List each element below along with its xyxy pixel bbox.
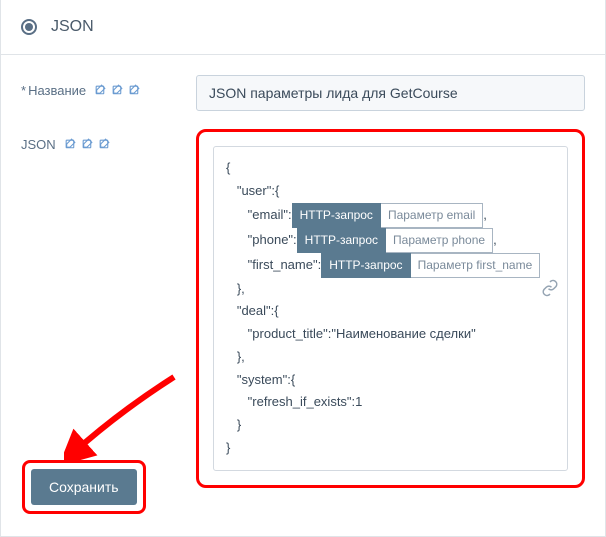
section-header: JSON (1, 0, 605, 55)
edit-icon[interactable] (111, 84, 124, 97)
tag-param-phone[interactable]: Параметр phone (386, 228, 493, 253)
edit-icon[interactable] (94, 84, 107, 97)
tag-http-request[interactable]: HTTP-запрос (321, 253, 410, 278)
edit-icon[interactable] (81, 138, 94, 151)
name-input[interactable] (196, 75, 585, 111)
edit-icon[interactable] (128, 84, 141, 97)
edit-icon[interactable] (98, 138, 111, 151)
label-name: * Название (21, 75, 196, 98)
tag-http-request[interactable]: HTTP-запрос (297, 228, 386, 253)
link-icon[interactable] (541, 279, 559, 297)
tag-http-request[interactable]: HTTP-запрос (292, 203, 381, 228)
tag-param-firstname[interactable]: Параметр first_name (411, 253, 541, 278)
radio-json[interactable] (21, 19, 37, 35)
json-editor[interactable]: { "user":{ "email":HTTP-запросПараметр e… (213, 146, 568, 471)
save-button[interactable]: Сохранить (31, 469, 137, 505)
section-title: JSON (51, 18, 94, 36)
edit-icon[interactable] (64, 138, 77, 151)
label-json: JSON (21, 129, 196, 152)
tag-param-email[interactable]: Параметр email (381, 203, 483, 228)
save-highlight: Сохранить (22, 460, 146, 514)
json-editor-highlight: { "user":{ "email":HTTP-запросПараметр e… (196, 129, 585, 488)
